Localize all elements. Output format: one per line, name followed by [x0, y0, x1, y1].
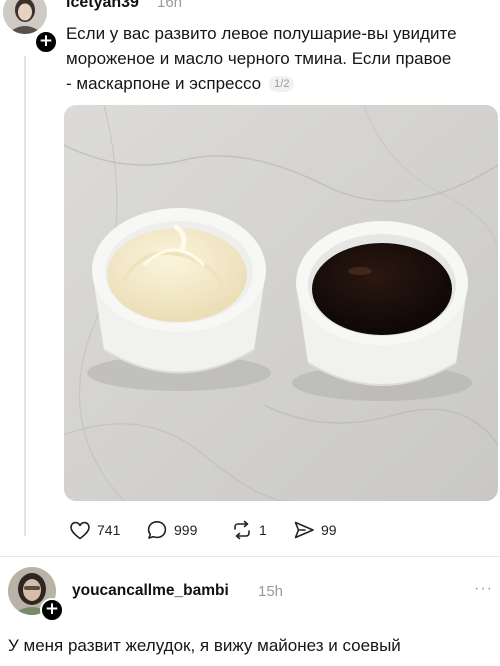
post-username[interactable]: icetyan39 [66, 0, 139, 12]
reply-count: 999 [174, 522, 198, 538]
follow-plus-icon[interactable]: + [40, 598, 64, 622]
thread-line [24, 56, 26, 536]
post-text-line: мороженое и масло черного тмина. Если пр… [66, 49, 452, 68]
follow-plus-icon[interactable]: + [34, 30, 58, 54]
avatar-photo-icon [3, 0, 47, 34]
repost-icon [234, 520, 250, 540]
more-options-icon[interactable]: ··· [474, 580, 493, 598]
post-image[interactable] [64, 105, 498, 501]
post-text-line: Если у вас развито левое полушарие-вы ув… [66, 24, 457, 43]
post-text-line: - маскарпоне и эспрессо 1/2 [66, 71, 496, 96]
repost-button[interactable]: 1 [230, 517, 267, 543]
repost-count: 1 [259, 522, 267, 538]
post-divider [0, 556, 500, 557]
heart-icon [70, 521, 90, 540]
post-text: Если у вас развито левое полушарие-вы ув… [66, 21, 496, 96]
post-timestamp: 16h [157, 0, 183, 11]
reply-timestamp: 15h [258, 583, 284, 600]
page-indicator: 1/2 [269, 76, 295, 92]
share-count: 99 [321, 522, 337, 538]
like-count: 741 [97, 522, 121, 538]
avatar[interactable] [3, 0, 47, 34]
reply-text: У меня развит желудок, я вижу майонез и … [8, 636, 401, 655]
reply-button[interactable]: 999 [145, 517, 197, 543]
comment-icon [147, 521, 167, 539]
post-text-line-content: - маскарпоне и эспрессо [66, 74, 262, 93]
reply-username[interactable]: youcancallme_bambi [72, 582, 229, 600]
send-icon [294, 521, 314, 539]
photo-icon [64, 105, 498, 501]
share-button[interactable]: 99 [292, 517, 337, 543]
like-button[interactable]: 741 [68, 517, 120, 543]
